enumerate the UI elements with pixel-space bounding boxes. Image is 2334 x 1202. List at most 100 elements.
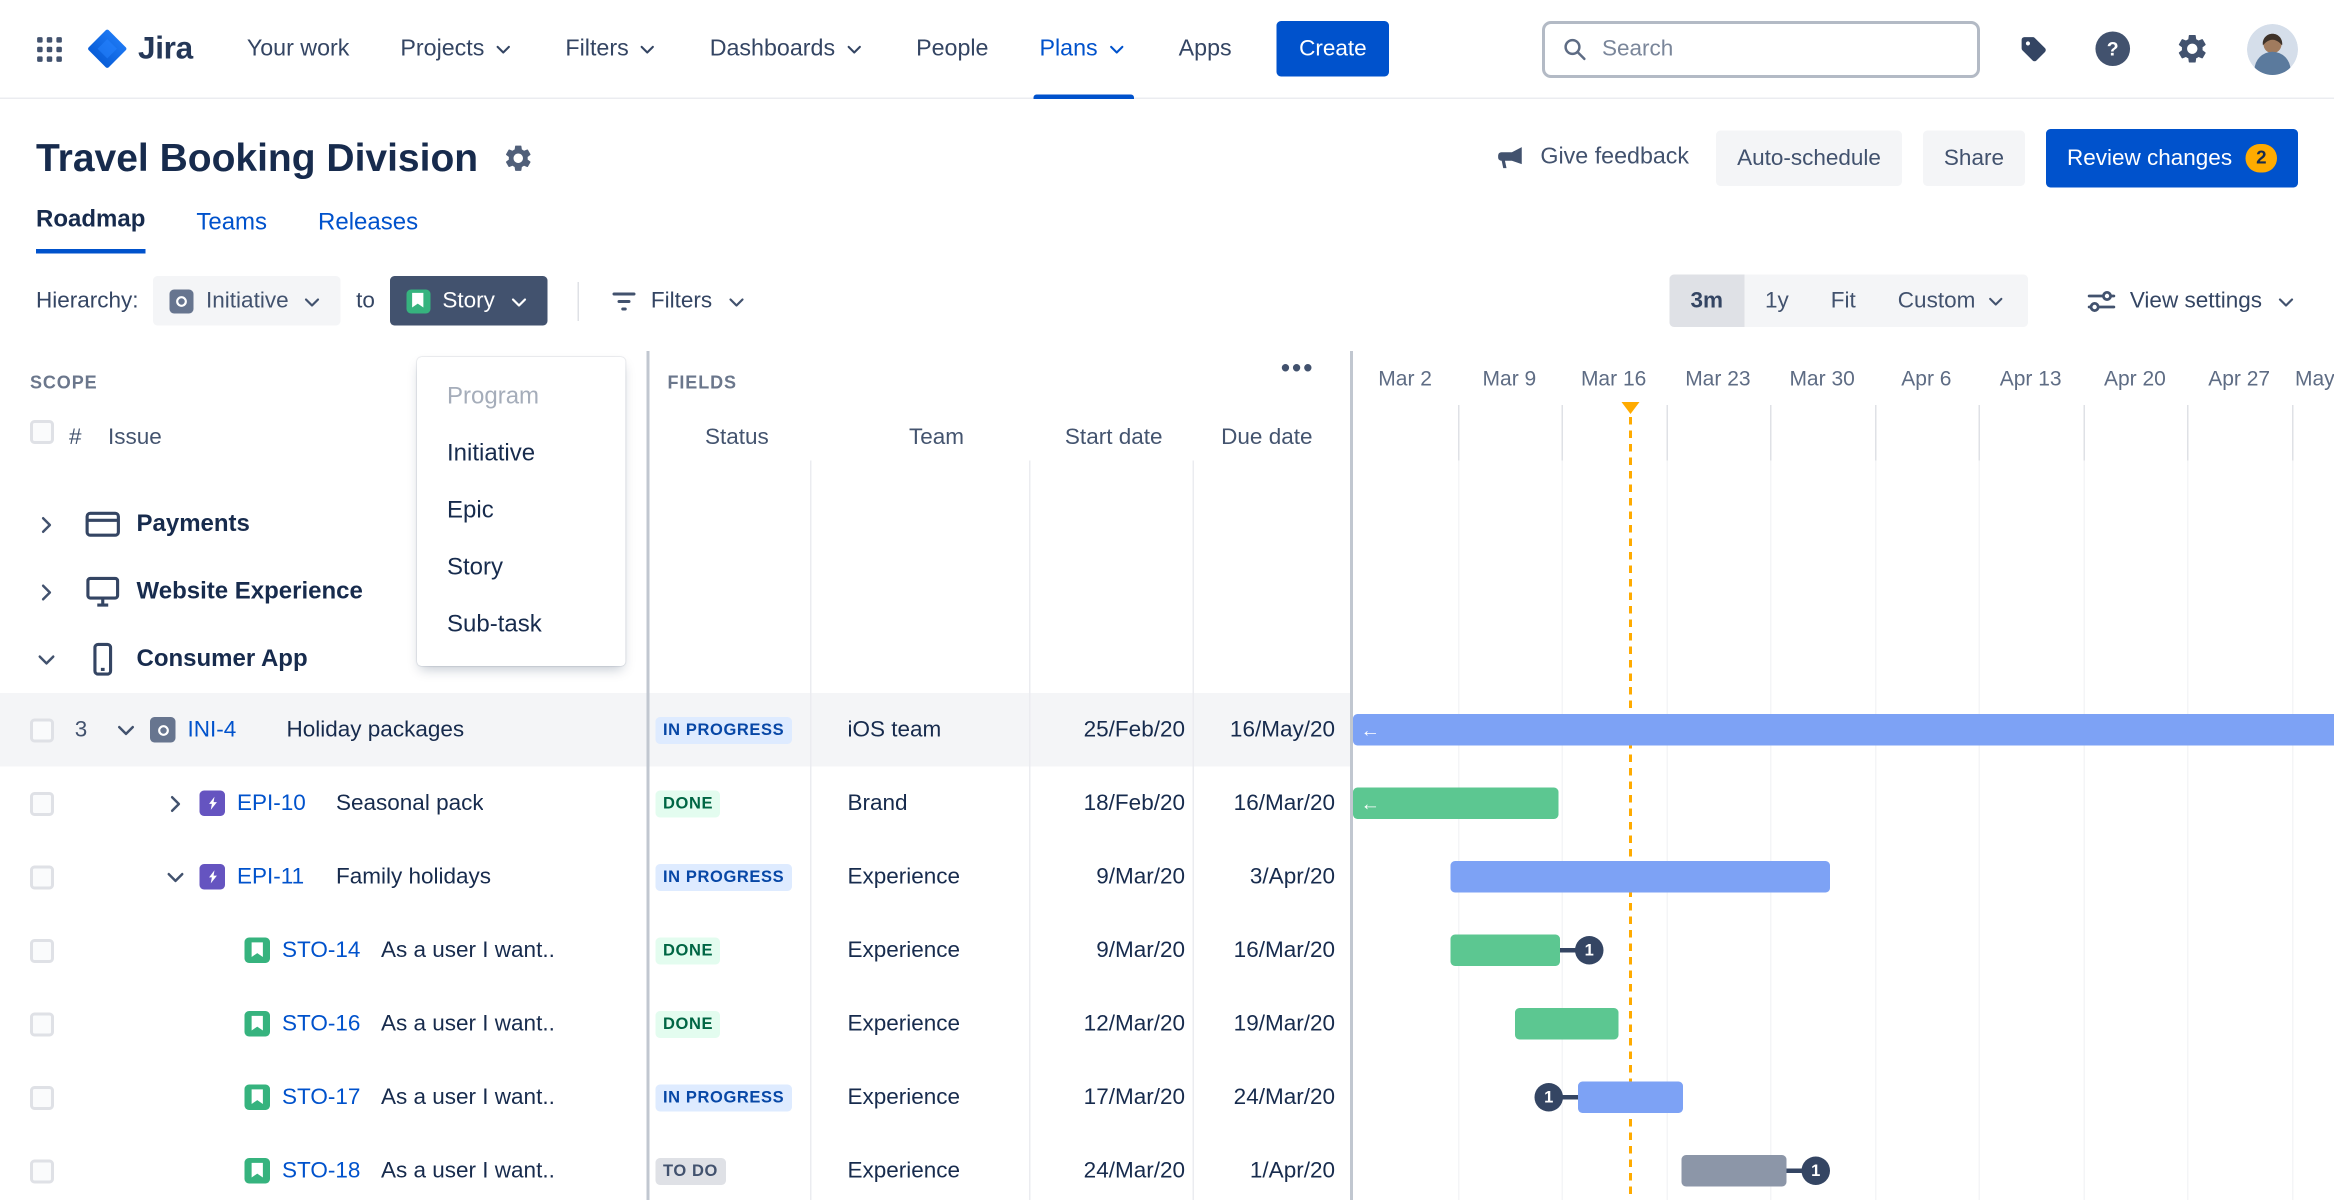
due-date-cell[interactable]: 16/Mar/20	[1193, 767, 1354, 841]
chevron-right-icon[interactable]	[161, 790, 191, 817]
hierarchy-from-dropdown[interactable]: Initiative	[153, 276, 342, 326]
timeline-bar-epi-10[interactable]: ←	[1353, 787, 1559, 819]
scope-cell[interactable]: STO-18 As a user I want..	[0, 1134, 648, 1200]
view-settings-dropdown[interactable]: View settings	[2085, 284, 2298, 317]
start-date-cell[interactable]: 17/Mar/20	[1029, 1061, 1193, 1135]
status-cell[interactable]: IN PROGRESS	[648, 840, 810, 914]
timeline-bar-ini-4[interactable]: ←	[1353, 714, 2334, 746]
issue-summary[interactable]: Family holidays	[336, 864, 491, 890]
scope-cell[interactable]: EPI-10 Seasonal pack	[0, 767, 648, 841]
nav-item-filters[interactable]: Filters	[565, 0, 658, 98]
due-date-cell[interactable]: 16/Mar/20	[1193, 914, 1354, 988]
issue-key-link[interactable]: EPI-11	[237, 864, 318, 890]
scope-cell[interactable]: STO-17 As a user I want..	[0, 1061, 648, 1135]
due-date-cell[interactable]: 24/Mar/20	[1193, 1061, 1354, 1135]
issue-summary[interactable]: As a user I want..	[381, 1158, 555, 1184]
team-cell[interactable]: Experience	[810, 1134, 1029, 1200]
chevron-right-icon[interactable]	[33, 511, 60, 538]
give-feedback-button[interactable]: Give feedback	[1495, 142, 1689, 174]
plan-settings-gear-icon[interactable]	[496, 136, 540, 180]
zoom-fit-button[interactable]: Fit	[1810, 275, 1877, 328]
team-cell[interactable]: Brand	[810, 767, 1029, 841]
menu-item-initiative[interactable]: Initiative	[417, 426, 626, 483]
tab-teams[interactable]: Teams	[196, 207, 267, 254]
status-cell[interactable]: IN PROGRESS	[648, 1061, 810, 1135]
due-date-cell[interactable]: 3/Apr/20	[1193, 840, 1354, 914]
tab-roadmap[interactable]: Roadmap	[36, 207, 146, 254]
due-date-cell[interactable]: 1/Apr/20	[1193, 1134, 1354, 1200]
row-checkbox[interactable]	[30, 1085, 54, 1110]
team-cell[interactable]: Experience	[810, 914, 1029, 988]
issue-summary[interactable]: Seasonal pack	[336, 791, 484, 817]
status-cell[interactable]: DONE	[648, 914, 810, 988]
team-cell[interactable]: Experience	[810, 840, 1029, 914]
nav-item-apps[interactable]: Apps	[1179, 0, 1232, 98]
search-input[interactable]	[1602, 36, 1962, 62]
timeline-bar-epi-11[interactable]	[1450, 861, 1830, 893]
issue-summary[interactable]: As a user I want..	[381, 1085, 555, 1111]
jira-logo[interactable]: Jira	[87, 29, 193, 70]
chevron-down-icon[interactable]	[111, 716, 141, 743]
nav-item-plans[interactable]: Plans	[1033, 0, 1134, 99]
zoom-3m-button[interactable]: 3m	[1669, 274, 1745, 327]
issue-summary[interactable]: As a user I want..	[381, 938, 555, 964]
nav-item-your-work[interactable]: Your work	[247, 0, 350, 98]
status-cell[interactable]: IN PROGRESS	[648, 693, 810, 767]
start-date-cell[interactable]: 12/Mar/20	[1029, 987, 1193, 1061]
issue-key-link[interactable]: INI-4	[188, 717, 269, 743]
issue-key-link[interactable]: STO-18	[282, 1158, 363, 1184]
chevron-down-icon[interactable]	[33, 646, 60, 673]
status-cell[interactable]: DONE	[648, 987, 810, 1061]
app-switcher-icon[interactable]	[27, 26, 72, 71]
review-changes-button[interactable]: Review changes 2	[2045, 128, 2298, 187]
select-all-checkbox[interactable]	[30, 420, 54, 444]
zoom-1y-button[interactable]: 1y	[1744, 275, 1810, 328]
tag-icon[interactable]	[2012, 26, 2057, 71]
menu-item-subtask[interactable]: Sub-task	[417, 597, 626, 654]
issue-key-link[interactable]: STO-16	[282, 1011, 363, 1037]
menu-item-epic[interactable]: Epic	[417, 483, 626, 540]
row-checkbox[interactable]	[30, 938, 54, 963]
nav-item-dashboards[interactable]: Dashboards	[710, 0, 865, 98]
fields-more-button[interactable]: •••	[1281, 354, 1315, 384]
menu-item-story[interactable]: Story	[417, 540, 626, 597]
zoom-custom-dropdown[interactable]: Custom	[1877, 275, 2028, 328]
help-icon[interactable]: ?	[2088, 24, 2138, 74]
row-checkbox[interactable]	[30, 791, 54, 816]
timeline-bar-sto-16[interactable]	[1515, 1008, 1619, 1040]
start-date-cell[interactable]: 9/Mar/20	[1029, 840, 1193, 914]
filters-dropdown[interactable]: Filters	[609, 286, 748, 316]
settings-gear-icon[interactable]	[2169, 26, 2216, 73]
team-cell[interactable]: Experience	[810, 987, 1029, 1061]
scope-cell[interactable]: STO-16 As a user I want..	[0, 987, 648, 1061]
chevron-down-icon[interactable]	[161, 863, 191, 890]
scope-cell[interactable]: STO-14 As a user I want..	[0, 914, 648, 988]
nav-item-people[interactable]: People	[916, 0, 988, 98]
dependency-count-badge[interactable]: 1	[1534, 1083, 1563, 1112]
create-button[interactable]: Create	[1276, 21, 1390, 77]
issue-key-link[interactable]: EPI-10	[237, 791, 318, 817]
start-date-cell[interactable]: 25/Feb/20	[1029, 693, 1193, 767]
dependency-count-badge[interactable]: 1	[1575, 936, 1604, 965]
scope-cell[interactable]: 3 INI-4 Holiday packages	[0, 693, 648, 767]
user-avatar[interactable]	[2247, 23, 2298, 75]
scope-cell[interactable]: EPI-11 Family holidays	[0, 840, 648, 914]
start-date-cell[interactable]: 9/Mar/20	[1029, 914, 1193, 988]
issue-summary[interactable]: As a user I want..	[381, 1011, 555, 1037]
hierarchy-to-dropdown[interactable]: Story	[389, 276, 548, 326]
due-date-cell[interactable]: 16/May/20	[1192, 693, 1353, 767]
row-checkbox[interactable]	[30, 717, 54, 742]
row-checkbox[interactable]	[30, 864, 54, 889]
issue-key-link[interactable]: STO-14	[282, 938, 363, 964]
start-date-cell[interactable]: 18/Feb/20	[1029, 767, 1193, 841]
start-date-cell[interactable]: 24/Mar/20	[1029, 1134, 1193, 1200]
issue-key-link[interactable]: STO-17	[282, 1085, 363, 1111]
issue-summary[interactable]: Holiday packages	[287, 717, 465, 743]
chevron-right-icon[interactable]	[33, 578, 60, 605]
row-checkbox[interactable]	[30, 1158, 54, 1183]
auto-schedule-button[interactable]: Auto-schedule	[1716, 129, 1902, 186]
due-date-cell[interactable]: 19/Mar/20	[1193, 987, 1354, 1061]
timeline-bar-sto-17[interactable]	[1578, 1081, 1683, 1113]
nav-item-projects[interactable]: Projects	[400, 0, 514, 98]
status-cell[interactable]: DONE	[648, 767, 810, 841]
